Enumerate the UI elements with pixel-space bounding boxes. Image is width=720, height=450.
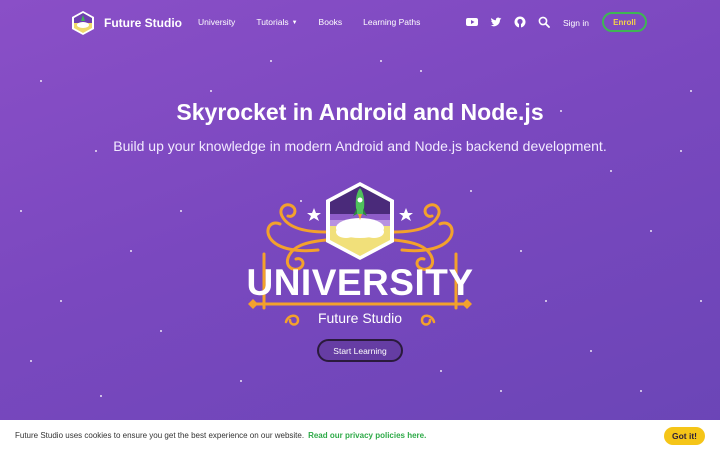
cookie-text: Future Studio uses cookies to ensure you… (15, 430, 305, 440)
top-navbar: Future Studio University Tutorials ▼ Book… (0, 0, 720, 46)
hero-title: Skyrocket in Android and Node.js (176, 99, 544, 125)
start-learning-button[interactable]: Start Learning (317, 339, 403, 362)
nav-link-learning-paths[interactable]: Learning Paths (363, 17, 420, 27)
brand-name: Future Studio (104, 16, 182, 30)
nav-link-books[interactable]: Books (319, 17, 343, 27)
enroll-button[interactable]: Enroll (602, 12, 647, 32)
nav-link-university[interactable]: University (198, 17, 235, 27)
nav-link-tutorials[interactable]: Tutorials ▼ (256, 17, 297, 27)
youtube-icon[interactable] (466, 16, 478, 28)
github-icon[interactable] (514, 16, 526, 28)
brand-logo-icon (72, 11, 94, 35)
nav-links: University Tutorials ▼ Books Learning Pat… (198, 17, 441, 27)
chevron-down-icon: ▼ (291, 20, 298, 26)
nav-link-tutorials-label: Tutorials (256, 17, 289, 27)
cookie-banner: Future Studio uses cookies to ensure you… (0, 420, 720, 450)
social-icons (466, 16, 562, 28)
hero-subtitle: Build up your knowledge in modern Androi… (113, 138, 607, 154)
privacy-policy-link[interactable]: Read our privacy policies here. (308, 431, 426, 440)
search-icon[interactable] (538, 16, 550, 28)
twitter-icon[interactable] (490, 16, 502, 28)
signin-link[interactable]: Sign in (563, 18, 589, 28)
university-emblem (248, 182, 472, 326)
emblem-subtitle: Future Studio (317, 310, 403, 326)
brand-logo-link[interactable]: Future Studio (72, 11, 182, 35)
cookie-accept-button[interactable]: Got it! (664, 427, 705, 445)
emblem-title: UNIVERSITY (246, 262, 474, 303)
